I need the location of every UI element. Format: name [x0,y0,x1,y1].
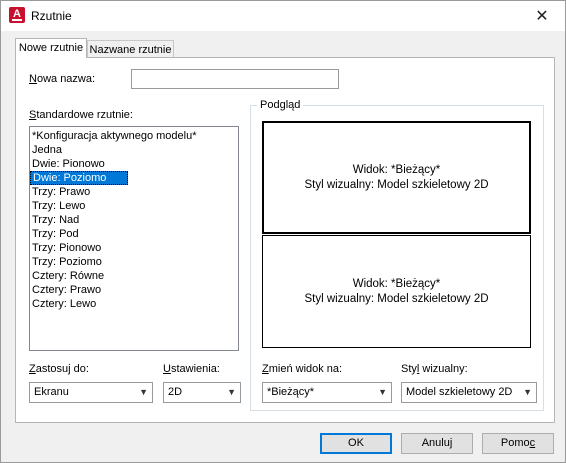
list-item[interactable]: Trzy: Pionowo [30,241,238,255]
preview-view-text: Widok: *Bieżący* [352,163,441,176]
list-item[interactable]: Trzy: Nad [30,213,238,227]
list-item[interactable]: Cztery: Równe [30,269,238,283]
title-bar: A Rzutnie ✕ [1,1,565,31]
setup-select[interactable]: 2D ▼ [163,382,241,403]
chevron-down-icon: ▼ [139,387,148,397]
list-item[interactable]: Cztery: Lewo [30,297,238,311]
preview-style-text: Styl wizualny: Model szkieletowy 2D [304,292,489,305]
apply-to-label: Zastosuj do: [29,363,89,375]
autocad-app-icon: A [9,7,25,23]
visual-style-label: Styl wizualny: [401,363,468,375]
list-item[interactable]: Trzy: Prawo [30,185,238,199]
chevron-down-icon: ▼ [378,387,387,397]
list-item[interactable]: Cztery: Prawo [30,283,238,297]
list-item[interactable]: *Konfiguracja aktywnego modelu* [30,129,238,143]
list-item[interactable]: Trzy: Lewo [30,199,238,213]
change-view-select[interactable]: *Bieżący* ▼ [262,382,392,403]
tab-new-viewports[interactable]: Nowe rzutnie [15,38,87,58]
tab-named-viewports[interactable]: Nazwane rzutnie [87,40,174,58]
cancel-button[interactable]: Anuluj [401,433,473,454]
list-item[interactable]: Dwie: Pionowo [30,157,238,171]
preview-viewport-top[interactable]: Widok: *Bieżący* Styl wizualny: Model sz… [262,121,531,234]
close-icon[interactable]: ✕ [519,1,565,31]
preview-label: Podgląd [257,99,304,111]
standard-viewports-label: Standardowe rzutnie: [29,109,133,121]
apply-to-select[interactable]: Ekranu ▼ [29,382,153,403]
help-button[interactable]: Pomoc [482,433,554,454]
window-title: Rzutnie [31,9,72,23]
change-view-label: Zmień widok na: [262,363,343,375]
preview-viewport-bottom[interactable]: Widok: *Bieżący* Styl wizualny: Model sz… [262,235,531,348]
viewports-dialog: A Rzutnie ✕ Nowe rzutnie Nazwane rzutnie… [0,0,566,463]
new-name-input[interactable] [131,69,339,89]
preview-view-text: Widok: *Bieżący* [352,277,441,290]
list-item-selected[interactable]: Dwie: Poziomo [30,171,128,185]
list-item[interactable]: Jedna [30,143,238,157]
setup-label: Ustawienia: [163,363,220,375]
standard-viewports-list[interactable]: *Konfiguracja aktywnego modelu* Jedna Dw… [29,126,239,351]
preview-style-text: Styl wizualny: Model szkieletowy 2D [304,178,489,191]
chevron-down-icon: ▼ [523,387,532,397]
ok-button[interactable]: OK [320,433,392,454]
list-item[interactable]: Trzy: Poziomo [30,255,238,269]
visual-style-select[interactable]: Model szkieletowy 2D ▼ [401,382,537,403]
chevron-down-icon: ▼ [227,387,236,397]
list-item[interactable]: Trzy: Pod [30,227,238,241]
new-name-label: Nowa nazwa: [29,73,96,85]
